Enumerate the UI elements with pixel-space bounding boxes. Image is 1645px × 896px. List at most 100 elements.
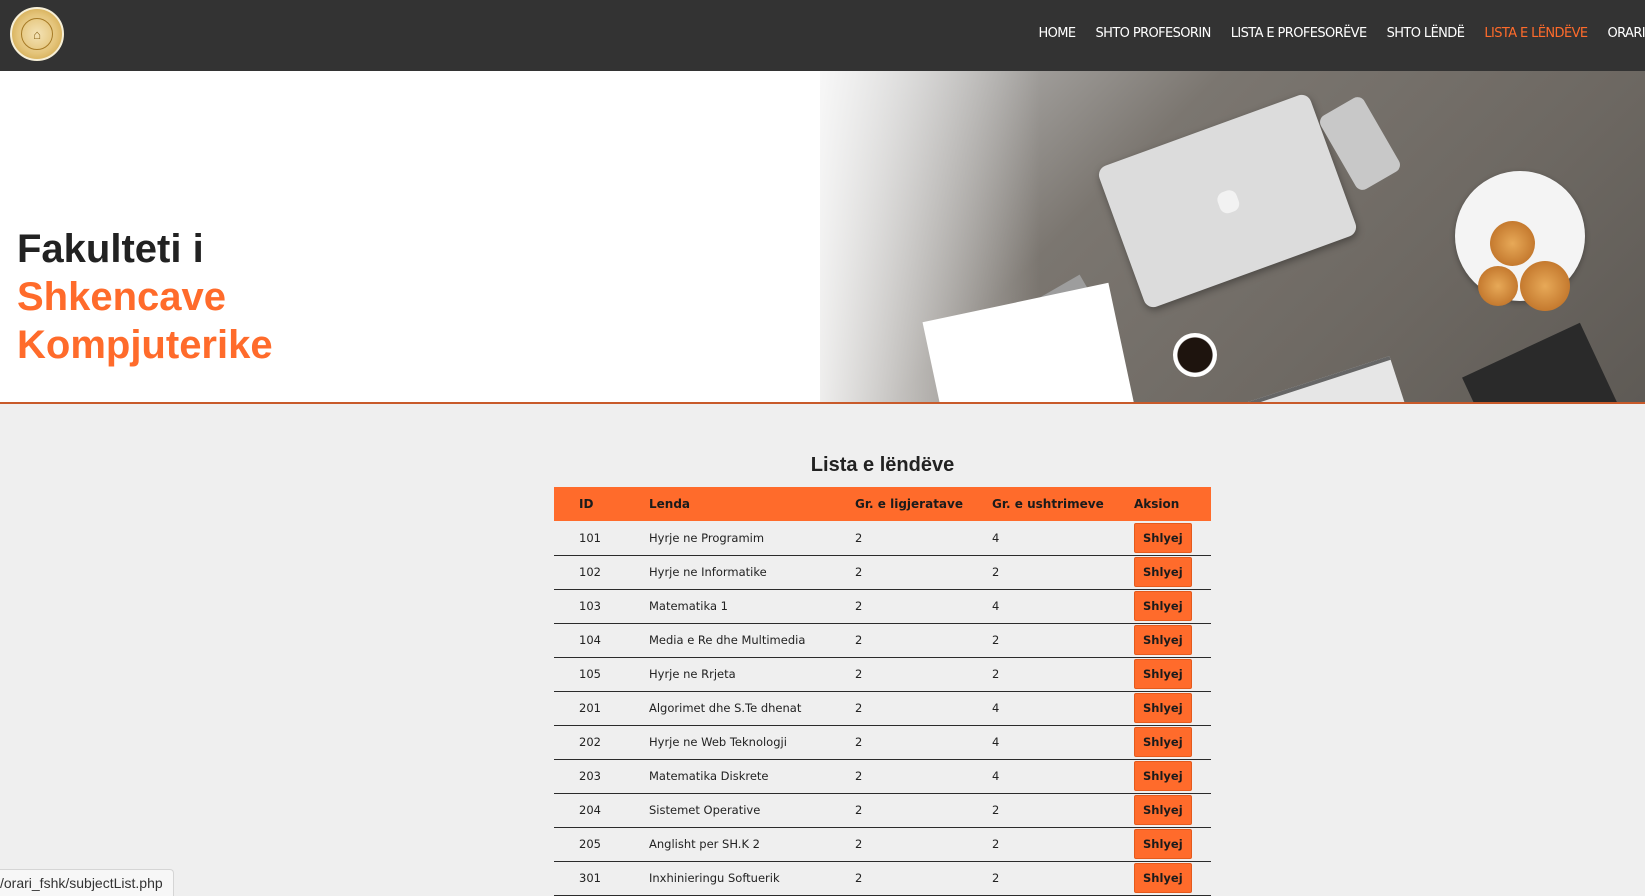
cell-action: Shlyej [1134, 589, 1211, 624]
table-row: 204 Sistemet Operative 2 2 Shlyej [554, 793, 1211, 828]
cell-lecture-groups: 2 [855, 589, 992, 624]
cell-lecture-groups: 2 [855, 827, 992, 862]
cell-lecture-groups: 2 [855, 521, 992, 556]
hero-title-line3: Kompjuterike [17, 323, 273, 367]
nav-add-subject[interactable]: SHTO LËNDË [1387, 26, 1465, 41]
table-row: 203 Matematika Diskrete 2 4 Shlyej [554, 759, 1211, 794]
table-row: 201 Algorimet dhe S.Te dhenat 2 4 Shlyej [554, 691, 1211, 726]
cell-action: Shlyej [1134, 725, 1211, 760]
delete-button[interactable]: Shlyej [1134, 557, 1192, 587]
delete-button[interactable]: Shlyej [1134, 591, 1192, 621]
hero-title: Fakulteti i Shkencave Kompjuterike [17, 225, 273, 369]
cell-exercise-groups: 2 [992, 657, 1134, 692]
cell-subject-name: Hyrje ne Informatike [649, 555, 855, 590]
delete-button[interactable]: Shlyej [1134, 795, 1192, 825]
cell-action: Shlyej [1134, 555, 1211, 590]
hero-banner: Fakulteti i Shkencave Kompjuterike [0, 71, 1645, 404]
cell-id: 203 [554, 759, 649, 794]
cell-id: 102 [554, 555, 649, 590]
pastry-decoration [1520, 261, 1570, 311]
cell-subject-name: Hyrje ne Web Teknologji [649, 725, 855, 760]
column-header-exercise-groups: Gr. e ushtrimeve [992, 497, 1104, 511]
delete-button[interactable]: Shlyej [1134, 761, 1192, 791]
cell-lecture-groups: 2 [855, 793, 992, 828]
cell-lecture-groups: 2 [855, 861, 992, 896]
cell-id: 103 [554, 589, 649, 624]
cell-exercise-groups: 2 [992, 793, 1134, 828]
table-row: 104 Media e Re dhe Multimedia 2 2 Shlyej [554, 623, 1211, 658]
delete-button[interactable]: Shlyej [1134, 659, 1192, 689]
hero-title-line1: Fakulteti i [17, 227, 204, 271]
table-row: 105 Hyrje ne Rrjeta 2 2 Shlyej [554, 657, 1211, 692]
nav-subject-list[interactable]: LISTA E LËNDËVE [1484, 26, 1588, 41]
cell-action: Shlyej [1134, 691, 1211, 726]
table-row: 301 Inxhinieringu Softuerik 2 2 Shlyej [554, 861, 1211, 896]
browser-status-url: /orari_fshk/subjectList.php [0, 869, 174, 896]
top-navbar: ⌂ HOME SHTO PROFESORIN LISTA E PROFESORË… [0, 0, 1645, 71]
cell-action: Shlyej [1134, 521, 1211, 556]
table-row: 205 Anglisht per SH.K 2 2 2 Shlyej [554, 827, 1211, 862]
page-title: Lista e lëndëve [810, 454, 955, 476]
cell-subject-name: Inxhinieringu Softuerik [649, 861, 855, 896]
cell-action: Shlyej [1134, 861, 1211, 896]
delete-button[interactable]: Shlyej [1134, 829, 1192, 859]
coffee-cup-decoration [1173, 333, 1217, 377]
cell-id: 104 [554, 623, 649, 658]
cell-exercise-groups: 4 [992, 691, 1134, 726]
cell-subject-name: Sistemet Operative [649, 793, 855, 828]
nav-professor-list[interactable]: LISTA E PROFESORËVE [1231, 26, 1367, 41]
table-header-row: ID Lenda Gr. e ligjeratave Gr. e ushtrim… [554, 487, 1211, 521]
main-nav: HOME SHTO PROFESORIN LISTA E PROFESORËVE… [1018, 26, 1645, 41]
cell-id: 205 [554, 827, 649, 862]
nav-schedule[interactable]: ORARI [1608, 26, 1645, 41]
pastry-decoration [1490, 221, 1535, 266]
nav-add-professor[interactable]: SHTO PROFESORIN [1096, 26, 1212, 41]
column-header-id: ID [579, 497, 594, 511]
hero-title-line2: Shkencave [17, 275, 227, 319]
cell-subject-name: Media e Re dhe Multimedia [649, 623, 855, 658]
cell-id: 204 [554, 793, 649, 828]
cell-lecture-groups: 2 [855, 691, 992, 726]
cell-lecture-groups: 2 [855, 623, 992, 658]
cell-exercise-groups: 4 [992, 759, 1134, 794]
cell-subject-name: Hyrje ne Programim [649, 521, 855, 556]
column-header-subject: Lenda [649, 497, 691, 511]
subjects-table: ID Lenda Gr. e ligjeratave Gr. e ushtrim… [554, 487, 1211, 896]
cell-subject-name: Algorimet dhe S.Te dhenat [649, 691, 855, 726]
cell-action: Shlyej [1134, 623, 1211, 658]
nav-home[interactable]: HOME [1038, 26, 1076, 41]
cell-id: 301 [554, 861, 649, 896]
university-seal-logo[interactable]: ⌂ [10, 7, 64, 61]
cell-id: 202 [554, 725, 649, 760]
cell-exercise-groups: 2 [992, 555, 1134, 590]
cell-lecture-groups: 2 [855, 725, 992, 760]
column-header-lecture-groups: Gr. e ligjeratave [855, 497, 963, 511]
cell-action: Shlyej [1134, 827, 1211, 862]
cell-subject-name: Anglisht per SH.K 2 [649, 827, 855, 862]
cell-exercise-groups: 4 [992, 589, 1134, 624]
cell-lecture-groups: 2 [855, 555, 992, 590]
cell-id: 101 [554, 521, 649, 556]
cell-exercise-groups: 2 [992, 623, 1134, 658]
cell-lecture-groups: 2 [855, 657, 992, 692]
delete-button[interactable]: Shlyej [1134, 693, 1192, 723]
cell-subject-name: Matematika Diskrete [649, 759, 855, 794]
table-row: 102 Hyrje ne Informatike 2 2 Shlyej [554, 555, 1211, 590]
table-row: 103 Matematika 1 2 4 Shlyej [554, 589, 1211, 624]
hero-fade [620, 71, 1040, 402]
cell-subject-name: Hyrje ne Rrjeta [649, 657, 855, 692]
cell-exercise-groups: 4 [992, 521, 1134, 556]
cell-subject-name: Matematika 1 [649, 589, 855, 624]
cell-exercise-groups: 2 [992, 861, 1134, 896]
table-row: 101 Hyrje ne Programim 2 4 Shlyej [554, 521, 1211, 556]
cell-exercise-groups: 4 [992, 725, 1134, 760]
cell-action: Shlyej [1134, 657, 1211, 692]
pastry-decoration [1478, 266, 1518, 306]
cell-id: 201 [554, 691, 649, 726]
cell-id: 105 [554, 657, 649, 692]
delete-button[interactable]: Shlyej [1134, 522, 1192, 553]
delete-button[interactable]: Shlyej [1134, 727, 1192, 757]
table-row: 202 Hyrje ne Web Teknologji 2 4 Shlyej [554, 725, 1211, 760]
delete-button[interactable]: Shlyej [1134, 625, 1192, 655]
delete-button[interactable]: Shlyej [1134, 863, 1192, 893]
